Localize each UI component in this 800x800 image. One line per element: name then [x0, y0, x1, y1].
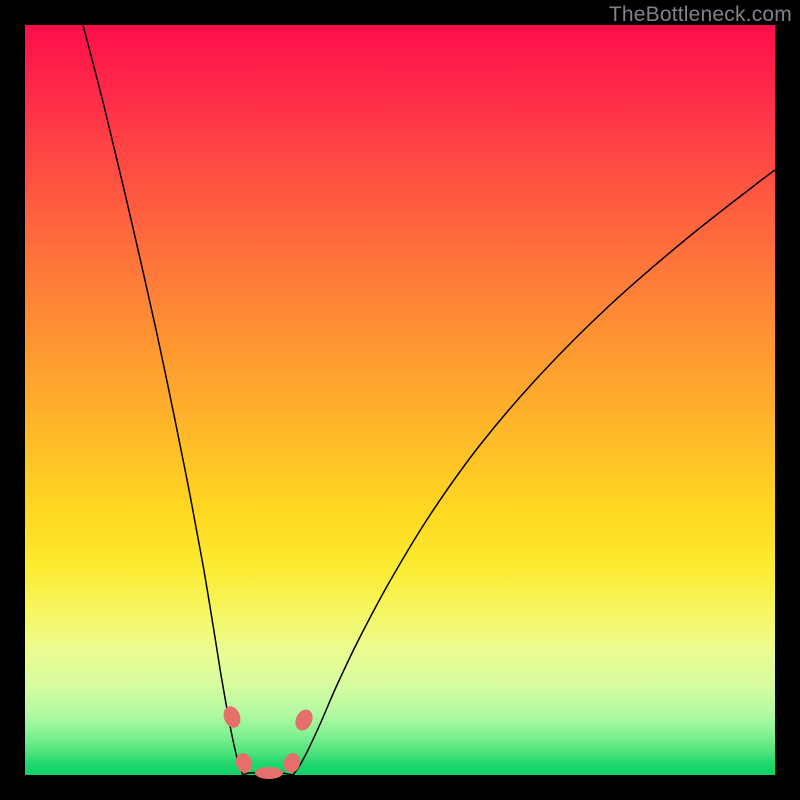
curve-layer: [25, 25, 775, 775]
marker-right-lower: [281, 751, 302, 775]
marker-right-upper: [292, 707, 316, 734]
chart-frame: TheBottleneck.com: [0, 0, 800, 800]
marker-left-upper: [221, 704, 244, 730]
watermark-text: TheBottleneck.com: [609, 3, 792, 27]
plot-area: [25, 25, 775, 775]
marker-bottom: [255, 767, 283, 779]
marker-group: [221, 704, 316, 779]
bottleneck-curve: [83, 25, 775, 776]
